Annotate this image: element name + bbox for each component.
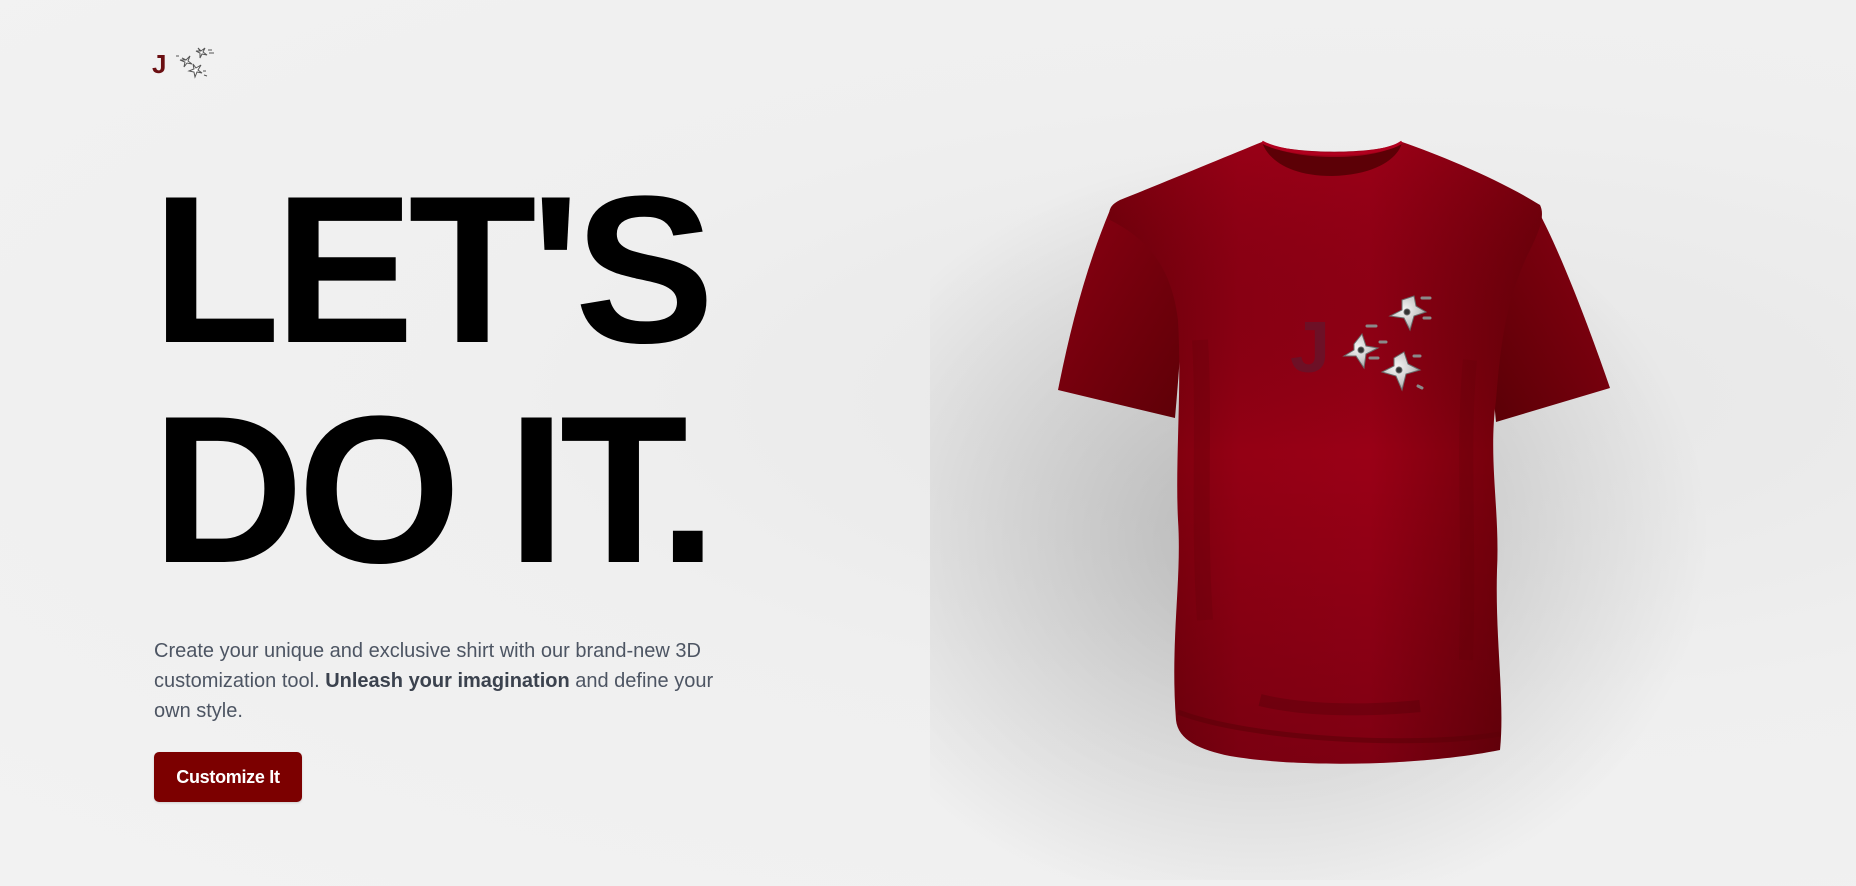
decal-letter: J — [1290, 308, 1330, 388]
description-bold: Unleash your imagination — [325, 670, 570, 692]
shirt-3d-canvas[interactable]: J — [1000, 100, 1680, 820]
brand-logo[interactable]: J — [152, 44, 216, 84]
shuriken-icon — [176, 47, 215, 79]
headline-line-1: LET'S — [152, 152, 715, 387]
hero-description: Create your unique and exclusive shirt w… — [154, 636, 724, 726]
customize-button[interactable]: Customize It — [154, 752, 302, 802]
tshirt-model: J — [1058, 140, 1610, 764]
hero-headline: LET'S DO IT. — [152, 152, 717, 607]
logo-letter: J — [152, 49, 167, 79]
headline-line-2: DO IT. — [152, 372, 717, 607]
page: J LET'S DO IT. Create your unique and ex… — [0, 0, 1856, 886]
